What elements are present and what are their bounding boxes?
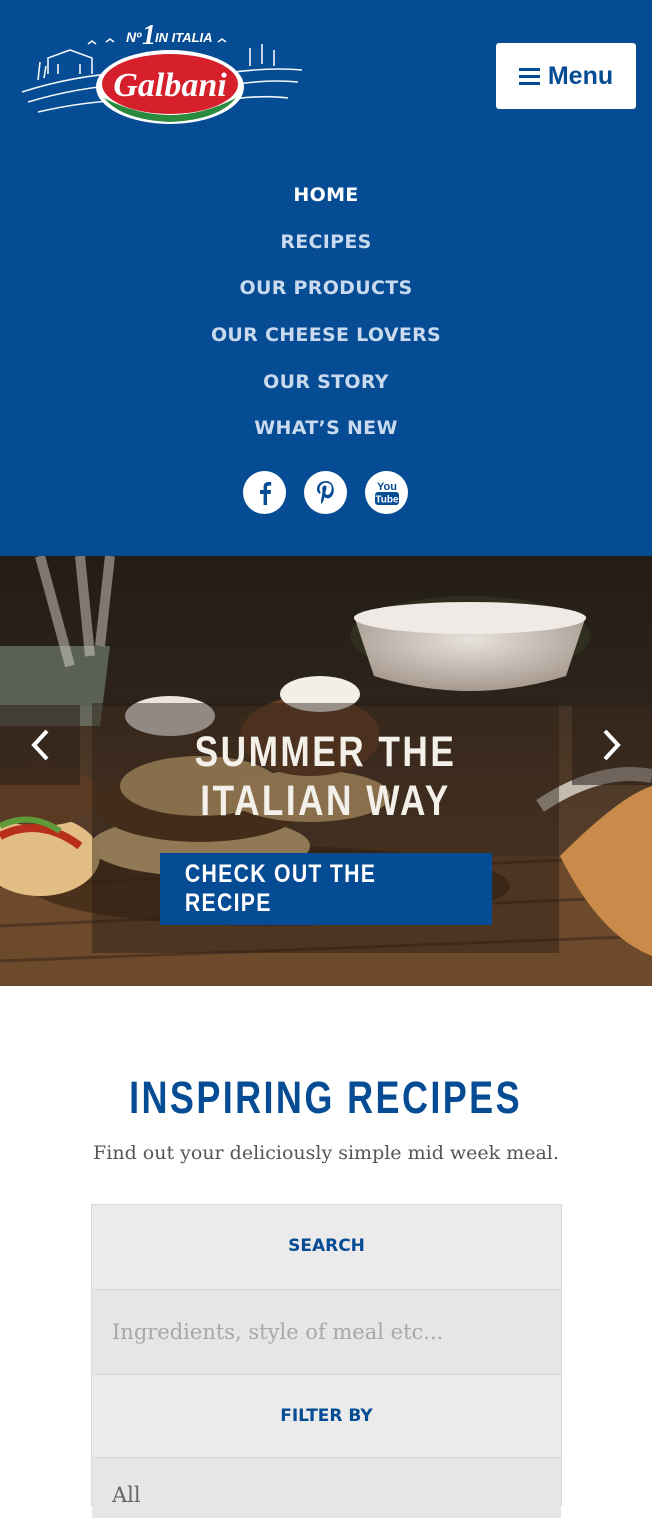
filter-select-value: All [112,1483,141,1507]
svg-text:Nº: Nº [126,29,142,45]
svg-text:Tube: Tube [375,494,399,505]
carousel-prev-button[interactable] [0,705,80,785]
nav-item-our-cheese-lovers[interactable]: OUR CHEESE LOVERS [0,312,652,359]
social-links: You Tube [243,471,408,514]
chevron-left-icon [31,729,49,761]
menu-button[interactable]: Menu [496,43,636,109]
svg-text:You: You [377,481,397,493]
filter-select[interactable]: All [92,1457,561,1518]
hero-title: SUMMER THE ITALIAN WAY [194,728,457,825]
facebook-icon[interactable] [243,471,286,514]
main-nav: HOME RECIPES OUR PRODUCTS OUR CHEESE LOV… [0,172,652,452]
nav-item-whats-new[interactable]: WHAT’S NEW [0,405,652,452]
search-placeholder: Ingredients, style of meal etc... [112,1320,444,1344]
filter-label: FILTER BY [280,1406,373,1426]
search-label: SEARCH [288,1236,365,1256]
menu-button-label: Menu [547,61,614,90]
logo-wordmark: Galbani [113,67,227,104]
nav-item-recipes[interactable]: RECIPES [0,219,652,266]
check-out-recipe-button[interactable]: CHECK OUT THE RECIPE [160,853,492,925]
nav-item-our-story[interactable]: OUR STORY [0,359,652,406]
chevron-right-icon [603,729,621,761]
site-header: Nº 1 IN ITALIA Galbani Menu HOME RECIPES… [0,0,652,556]
section-subtitle: Find out your deliciously simple mid wee… [93,1142,559,1164]
search-input[interactable]: Ingredients, style of meal etc... [92,1289,561,1375]
nav-item-home[interactable]: HOME [0,172,652,219]
cta-label: CHECK OUT THE RECIPE [184,860,377,917]
galbani-logo[interactable]: Nº 1 IN ITALIA Galbani [18,14,306,128]
carousel-next-button[interactable] [572,705,652,785]
svg-text:IN ITALIA: IN ITALIA [155,30,213,45]
section-title-text: INSPIRING RECIPES [129,1072,523,1123]
hero-carousel: SUMMER THE ITALIAN WAY CHECK OUT THE REC… [0,556,652,986]
section-title: INSPIRING RECIPES [0,1072,652,1124]
hamburger-icon [518,67,540,85]
pinterest-icon[interactable] [304,471,347,514]
nav-item-our-products[interactable]: OUR PRODUCTS [0,265,652,312]
recipe-search-panel: SEARCH Ingredients, style of meal etc...… [91,1204,562,1518]
svg-text:1: 1 [142,20,156,51]
youtube-icon[interactable]: You Tube [365,471,408,514]
